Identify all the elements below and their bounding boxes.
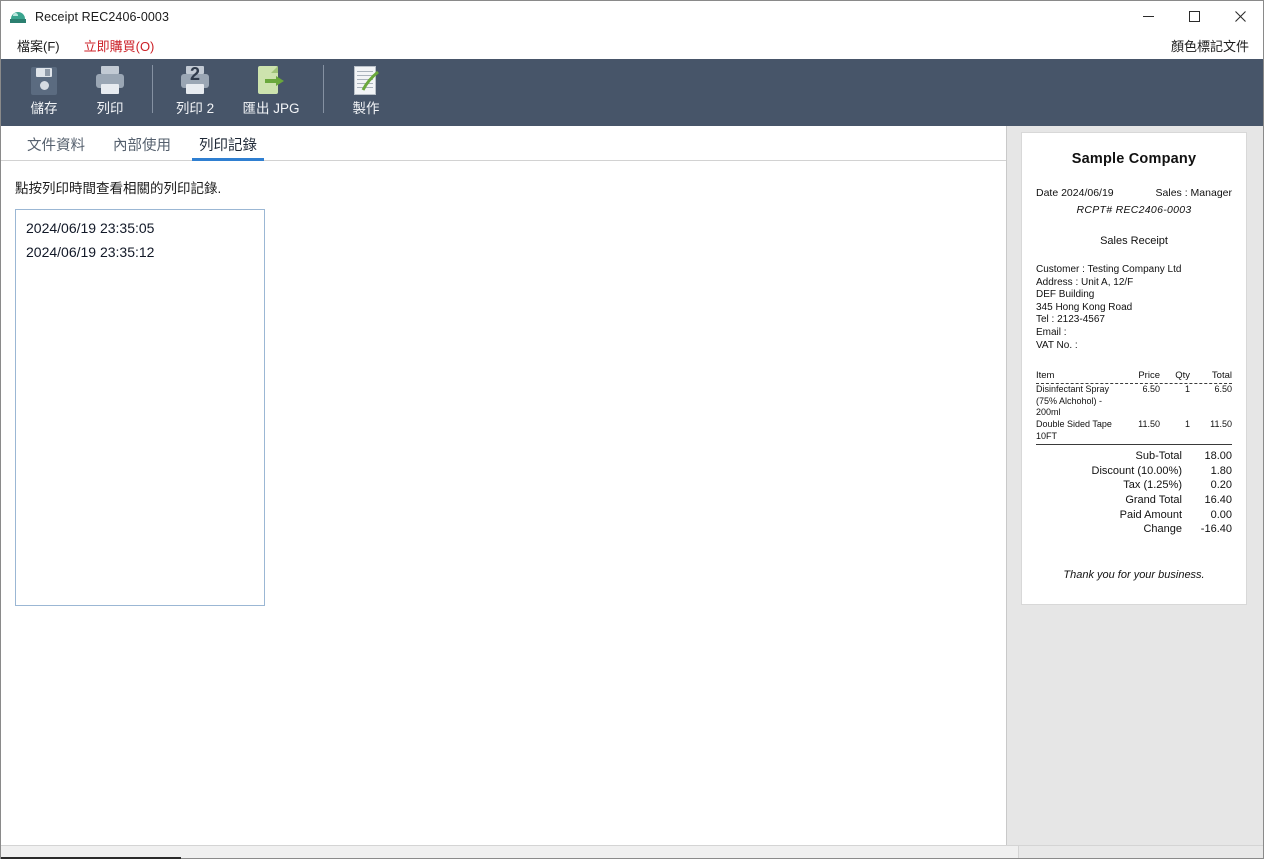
receipt-info-line: Email : xyxy=(1036,326,1067,338)
tab-print-log[interactable]: 列印記錄 xyxy=(185,138,271,161)
receipt-info-line: VAT No. : xyxy=(1036,339,1078,351)
totals-value: 1.80 xyxy=(1210,464,1232,477)
horizontal-scrollbar[interactable] xyxy=(1,845,1263,859)
totals-value: 0.20 xyxy=(1210,479,1232,492)
receipt-company-name: Sample Company xyxy=(1071,151,1197,167)
receipt-info-line: Tel : 2123-4567 xyxy=(1036,314,1105,326)
table-row: Double Sided Tape 10FT 11.50 1 11.50 xyxy=(1036,419,1232,442)
export-jpg-icon xyxy=(254,65,288,97)
table-row: Disinfectant Spray (75% Alchohol) - 200m… xyxy=(1036,384,1232,419)
print-2-icon: 2 xyxy=(178,65,212,97)
menu-file[interactable]: 檔案(F) xyxy=(8,33,69,58)
totals-label: Change xyxy=(1143,523,1182,536)
totals-label: Sub-Total xyxy=(1135,450,1182,463)
totals-label: Grand Total xyxy=(1125,493,1182,506)
item-total: 11.50 xyxy=(1210,418,1232,429)
totals-row: Change -16.40 xyxy=(1036,522,1232,537)
scrollbar-track-right[interactable] xyxy=(1018,846,1263,858)
item-qty: 1 xyxy=(1184,418,1190,429)
tab-document-data[interactable]: 文件資料 xyxy=(13,138,99,161)
export-jpg-button[interactable]: 匯出 JPG xyxy=(228,59,314,125)
totals-value: 16.40 xyxy=(1204,493,1232,506)
receipt-number: RCPT# REC2406-0003 xyxy=(1076,204,1192,216)
print-2-badge: 2 xyxy=(189,64,200,84)
column-price: Price xyxy=(1138,370,1160,382)
receipt-meta-row: Date 2024/06/19 Sales : Manager xyxy=(1036,187,1232,199)
print-button[interactable]: 列印 xyxy=(77,59,143,125)
print-log-hint: 點按列印時間查看相關的列印記錄. xyxy=(15,181,222,196)
left-pane: 文件資料 內部使用 列印記錄 點按列印時間查看相關的列印記錄. 2024/06/… xyxy=(1,126,1007,845)
receipt-info-line: DEF Building xyxy=(1036,289,1095,301)
item-total: 6.50 xyxy=(1214,384,1232,395)
receipt-footer-message: Thank you for your business. xyxy=(1063,568,1205,581)
item-name: Double Sided Tape 10FT xyxy=(1036,418,1112,441)
receipt-items-table: Item Price Qty Total Disinfectant Spray … xyxy=(1036,370,1232,446)
print-log-panel: 點按列印時間查看相關的列印記錄. 2024/06/19 23:35:05 202… xyxy=(1,161,1006,845)
toolbar-separator xyxy=(152,65,153,113)
item-price: 11.50 xyxy=(1138,418,1160,429)
title-bar: Receipt REC2406-0003 xyxy=(1,1,1263,32)
item-qty: 1 xyxy=(1184,384,1190,395)
receipt-items-header: Item Price Qty Total xyxy=(1036,370,1232,385)
receipt-date: Date 2024/06/19 xyxy=(1036,187,1114,199)
column-total: Total xyxy=(1211,370,1232,382)
items-bottom-rule xyxy=(1036,444,1232,446)
totals-row: Paid Amount 0.00 xyxy=(1036,508,1232,523)
print-log-list[interactable]: 2024/06/19 23:35:05 2024/06/19 23:35:12 xyxy=(15,209,265,606)
application-window: Receipt REC2406-0003 檔案(F) 立即購買(O) 顏色標記文… xyxy=(0,0,1264,859)
list-item[interactable]: 2024/06/19 23:35:12 xyxy=(16,240,264,264)
totals-label: Tax (1.25%) xyxy=(1123,479,1182,492)
tab-internal-use[interactable]: 內部使用 xyxy=(99,138,185,161)
save-icon xyxy=(27,65,61,97)
item-price: 6.50 xyxy=(1142,384,1160,395)
receipt-totals: Sub-Total 18.00 Discount (10.00%) 1.80 T… xyxy=(1036,449,1233,537)
minimize-icon[interactable] xyxy=(1125,1,1171,32)
preview-pane: Sample Company Date 2024/06/19 Sales : M… xyxy=(1007,126,1263,845)
list-item[interactable]: 2024/06/19 23:35:05 xyxy=(16,216,264,240)
totals-row: Discount (10.00%) 1.80 xyxy=(1036,464,1233,479)
receipt-preview: Sample Company Date 2024/06/19 Sales : M… xyxy=(1021,132,1247,605)
receipt-doc-title: Sales Receipt xyxy=(1100,235,1168,247)
menu-buy-now[interactable]: 立即購買(O) xyxy=(75,33,164,58)
print-icon xyxy=(93,65,127,97)
maximize-icon[interactable] xyxy=(1171,1,1217,32)
color-mark-document-link[interactable]: 顏色標記文件 xyxy=(1171,36,1263,55)
receipt-customer-info: Customer : Testing Company Ltd Address :… xyxy=(1036,264,1232,352)
toolbar: 儲存 列印 2 列印 2 匯出 JPG 製作 xyxy=(1,59,1263,126)
receipt-salesperson: Sales : Manager xyxy=(1155,187,1232,199)
receipt-info-line: Customer : Testing Company Ltd xyxy=(1036,264,1182,275)
totals-label: Discount (10.00%) xyxy=(1091,464,1183,477)
window-title: Receipt REC2406-0003 xyxy=(35,9,170,24)
print-button-label: 列印 xyxy=(96,101,124,116)
export-jpg-button-label: 匯出 JPG xyxy=(242,101,300,116)
totals-row: Grand Total 16.40 xyxy=(1036,493,1232,508)
body-split: 文件資料 內部使用 列印記錄 點按列印時間查看相關的列印記錄. 2024/06/… xyxy=(1,126,1263,845)
toolbar-separator-2 xyxy=(323,65,324,113)
totals-row: Tax (1.25%) 0.20 xyxy=(1036,478,1232,493)
totals-value: 0.00 xyxy=(1210,508,1232,521)
compose-button[interactable]: 製作 xyxy=(333,59,399,125)
save-button[interactable]: 儲存 xyxy=(11,59,77,125)
menu-bar: 檔案(F) 立即購買(O) 顏色標記文件 xyxy=(1,32,1263,59)
item-name: Disinfectant Spray (75% Alchohol) - 200m… xyxy=(1036,384,1110,418)
save-button-label: 儲存 xyxy=(30,101,58,116)
totals-value: -16.40 xyxy=(1200,523,1232,536)
receipt-info-line: 345 Hong Kong Road xyxy=(1036,301,1133,313)
window-controls xyxy=(1125,1,1263,32)
print-2-button-label: 列印 2 xyxy=(175,101,215,116)
compose-button-label: 製作 xyxy=(352,101,380,116)
tab-bar: 文件資料 內部使用 列印記錄 xyxy=(1,126,1006,161)
receipt-info-line: Address : Unit A, 12/F xyxy=(1036,276,1134,288)
totals-value: 18.00 xyxy=(1204,450,1232,463)
printer-app-icon xyxy=(10,9,26,25)
print-2-button[interactable]: 2 列印 2 xyxy=(162,59,228,125)
compose-icon xyxy=(349,65,383,97)
totals-row: Sub-Total 18.00 xyxy=(1036,449,1232,464)
column-item: Item xyxy=(1036,370,1055,382)
totals-label: Paid Amount xyxy=(1119,508,1182,521)
column-qty: Qty xyxy=(1175,370,1190,382)
close-icon[interactable] xyxy=(1217,1,1263,32)
